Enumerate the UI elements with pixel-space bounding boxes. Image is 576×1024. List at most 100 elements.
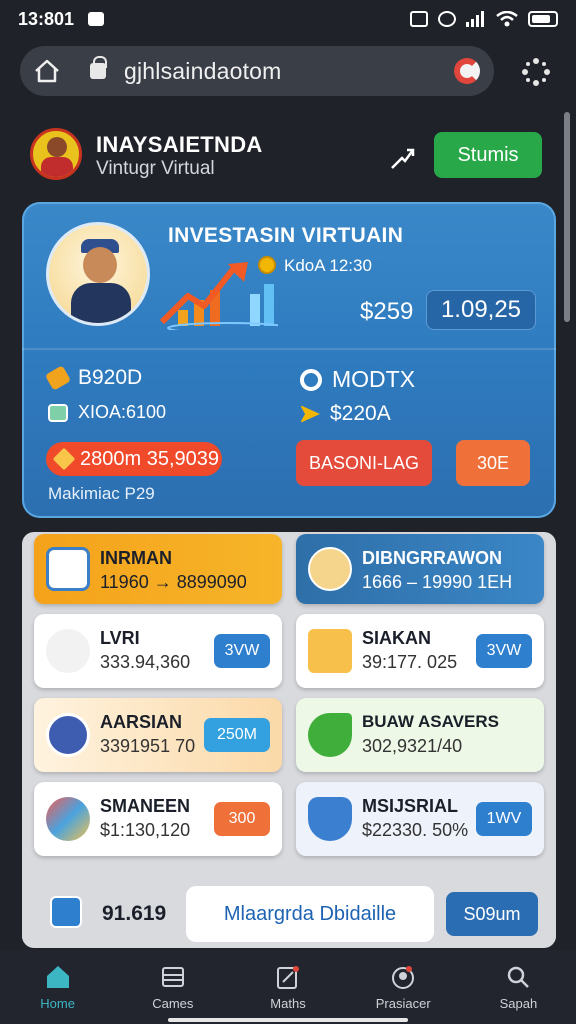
asset-title: AARSIAN xyxy=(100,712,183,732)
hero-pill[interactable]: 2800m 35,9039 xyxy=(46,442,222,476)
asset-card-siakan[interactable]: SIAKAN 39:177. 025 3VW xyxy=(296,614,544,688)
asset-value: 333.94,360 xyxy=(100,652,191,672)
url-text[interactable]: gjhlsaindaotom xyxy=(124,58,282,85)
asset-card-smaneen[interactable]: SMANEEN $1:130,120 300 xyxy=(34,782,282,856)
scrollbar[interactable] xyxy=(564,112,570,322)
featured-left-title: INRMAN xyxy=(100,548,172,568)
submit-button[interactable]: Stumis xyxy=(434,132,542,178)
signal-icon xyxy=(466,11,484,27)
asset-card-aarsian[interactable]: AARSIAN 3391951 70 250M xyxy=(34,698,282,772)
stat-left-2: XIOA:6100 xyxy=(48,402,166,423)
hero-ticker: KdoA 12:30 xyxy=(284,256,372,275)
nav-label: Maths xyxy=(270,995,306,1011)
asset-action-button[interactable]: 250M xyxy=(204,718,270,752)
leaf-icon xyxy=(308,713,352,757)
hero-value-box[interactable]: 1.09,25 xyxy=(426,290,536,330)
stat-right-1: MODTX xyxy=(300,366,415,393)
wifi-icon xyxy=(496,11,518,27)
coin-ring-icon xyxy=(300,368,322,391)
hero-footer: Makimiac P29 xyxy=(48,484,155,503)
coin-icon xyxy=(258,256,276,274)
brand-title: INAYSAIETNDA xyxy=(96,132,263,157)
play-arrow-icon xyxy=(300,405,320,423)
status-icons xyxy=(410,11,558,27)
nav-label: Cames xyxy=(152,995,194,1011)
asset-title: LVRI xyxy=(100,628,140,648)
featured-card-left[interactable]: INRMAN 11960 → 8899090 xyxy=(34,534,282,604)
hero-divider xyxy=(22,348,556,350)
search-icon xyxy=(508,966,530,988)
hero-price: $259 xyxy=(360,298,414,325)
featured-right-value: 1666 – 19990 1EH xyxy=(362,572,513,592)
asset-value: 3391951 70 xyxy=(100,736,196,756)
featured-card-right[interactable]: DIBNGRRAWON 1666 – 19990 1EH xyxy=(296,534,544,604)
featured-left-value: 11960 → 8899090 xyxy=(100,572,247,592)
vibrate-icon xyxy=(410,11,428,27)
user-icon xyxy=(392,965,415,989)
nav-label: Home xyxy=(40,995,75,1011)
diamond-icon xyxy=(52,447,76,471)
investment-hero-card[interactable]: INVESTASIN VIRTUAIN KdoA 12:30 $259 1.09… xyxy=(22,202,556,518)
card-icon xyxy=(48,403,68,422)
nav-games[interactable]: Cames xyxy=(115,950,230,1024)
coins-icon xyxy=(46,629,90,673)
businessman-icon xyxy=(308,547,352,591)
asset-title: BUAW ASAVERS xyxy=(362,712,499,731)
asset-title: SMANEEN xyxy=(100,796,191,816)
newspaper-icon xyxy=(46,547,90,591)
url-bar[interactable]: gjhlsaindaotom xyxy=(20,46,494,96)
badge-icon xyxy=(46,713,90,757)
ticket-icon xyxy=(44,365,72,391)
nav-profile[interactable]: Prasiacer xyxy=(346,950,461,1024)
asset-action-button[interactable]: 3VW xyxy=(476,634,532,668)
trophy-icon xyxy=(46,797,90,841)
battery-icon xyxy=(528,11,558,27)
avatar[interactable] xyxy=(30,128,82,180)
stat-right-2: $220A xyxy=(300,402,391,426)
asset-action-button[interactable]: 300 xyxy=(214,802,270,836)
stat-left-2-value: XIOA:6100 xyxy=(78,402,167,422)
nav-label: Prasiacer xyxy=(375,995,431,1011)
home-icon xyxy=(46,965,69,988)
bottom-summary: 91.619 Mlaargrda Dbidaille S09um xyxy=(22,880,556,946)
summary-button[interactable]: S09um xyxy=(446,892,538,936)
hero-orange-button[interactable]: 30E xyxy=(456,440,530,486)
asset-card-buaw[interactable]: BUAW ASAVERS 302,9321/40 xyxy=(296,698,544,772)
trend-arrow-icon[interactable] xyxy=(390,146,416,170)
investor-portrait xyxy=(46,222,150,326)
asset-title: MSIJSRIAL xyxy=(362,796,459,816)
asset-value: $22330. 50% xyxy=(362,820,469,840)
stat-right-2-value: $220A xyxy=(330,402,391,425)
notification-icon xyxy=(88,12,105,26)
home-icon[interactable] xyxy=(34,59,60,83)
basket-icon xyxy=(308,797,352,841)
asset-action-button[interactable]: 1WV xyxy=(476,802,532,836)
lock-icon xyxy=(90,56,107,79)
featured-right-title: DIBNGRRAWON xyxy=(362,548,502,568)
pencil-grid-icon xyxy=(308,629,352,673)
more-options-icon[interactable] xyxy=(522,58,550,86)
stat-right-1-value: MODTX xyxy=(332,366,416,392)
stat-left-1: B920D xyxy=(44,365,143,391)
nav-maths[interactable]: Maths xyxy=(230,950,345,1024)
summary-value: 91.619 xyxy=(102,902,167,925)
nav-search[interactable]: Sapah xyxy=(461,950,576,1024)
stat-left-1-value: B920D xyxy=(78,366,143,389)
nav-home[interactable]: Home xyxy=(0,950,115,1024)
home-indicator[interactable] xyxy=(168,1018,408,1022)
tabs-icon[interactable] xyxy=(454,58,480,84)
summary-input[interactable]: Mlaargrda Dbidaille xyxy=(186,886,434,942)
nav-label: Sapah xyxy=(499,995,538,1011)
hero-red-button[interactable]: BASONI-LAG xyxy=(296,440,432,486)
edit-note-icon[interactable] xyxy=(50,896,82,928)
asset-card-msijsrial[interactable]: MSIJSRIAL $22330. 50% 1WV xyxy=(296,782,544,856)
brand-subtitle: Vintugr Virtual xyxy=(96,158,215,179)
hero-title: INVESTASIN VIRTUAIN xyxy=(168,224,404,247)
app-header: INAYSAIETNDA Vintugr Virtual Stumis xyxy=(0,108,576,204)
edit-icon xyxy=(277,965,299,989)
asset-value: 39:177. 025 xyxy=(362,652,458,672)
asset-card-lvri[interactable]: LVRI 333.94,360 3VW xyxy=(34,614,282,688)
sync-icon xyxy=(438,11,456,27)
status-bar: 13:801 xyxy=(0,0,576,38)
asset-action-button[interactable]: 3VW xyxy=(214,634,270,668)
